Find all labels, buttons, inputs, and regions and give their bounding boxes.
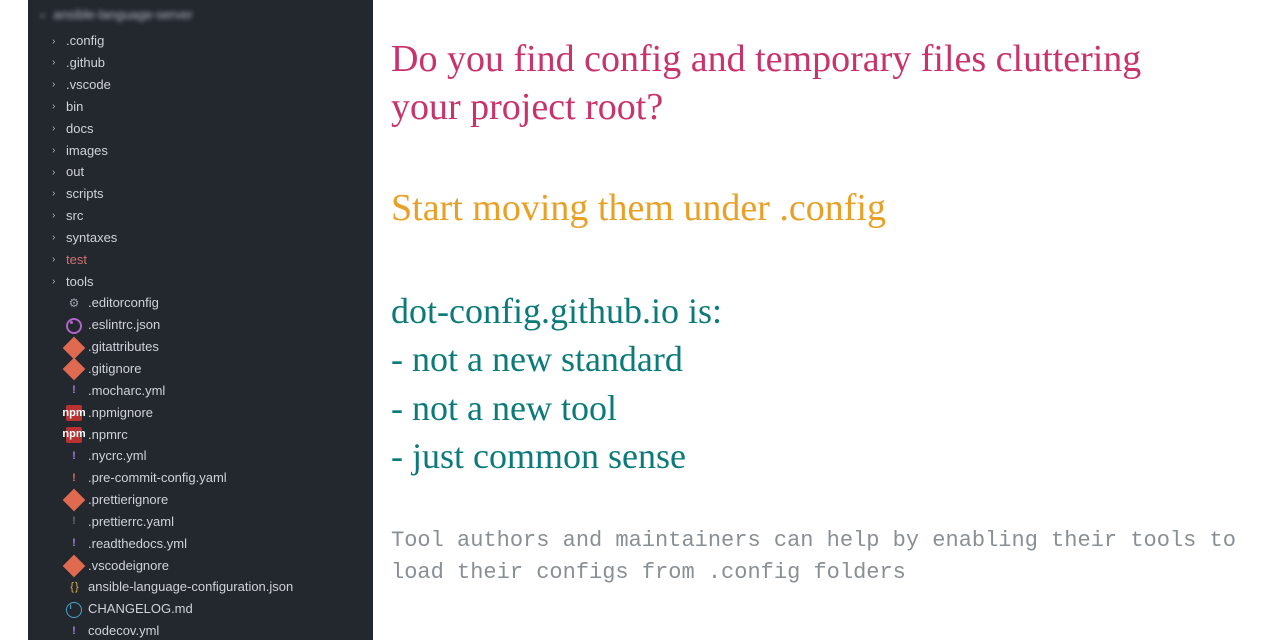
file-row[interactable]: .editorconfig bbox=[28, 293, 373, 315]
folder-row[interactable]: › docs bbox=[28, 118, 373, 140]
slide-content: Do you find config and temporary files c… bbox=[375, 0, 1280, 640]
folder-label: bin bbox=[66, 98, 83, 117]
file-type-icon bbox=[66, 536, 82, 552]
folder-label: syntaxes bbox=[66, 229, 117, 248]
file-label: .prettierignore bbox=[88, 491, 168, 510]
file-row[interactable]: .npmrc bbox=[28, 424, 373, 446]
chevron-right-icon: › bbox=[52, 35, 60, 50]
folder-label: .config bbox=[66, 32, 104, 51]
file-label: .readthedocs.yml bbox=[88, 535, 187, 554]
folder-label: src bbox=[66, 207, 83, 226]
folder-label: images bbox=[66, 142, 108, 161]
file-row[interactable]: ansible-language-configuration.json bbox=[28, 577, 373, 599]
file-row[interactable]: .prettierrc.yaml bbox=[28, 511, 373, 533]
chevron-right-icon: › bbox=[52, 166, 60, 181]
file-label: .nycrc.yml bbox=[88, 447, 147, 466]
file-label: .npmrc bbox=[88, 426, 128, 445]
chevron-right-icon: › bbox=[52, 209, 60, 224]
folder-label: .vscode bbox=[66, 76, 111, 95]
folder-label: .github bbox=[66, 54, 105, 73]
chevron-right-icon: › bbox=[52, 275, 60, 290]
file-label: CHANGELOG.md bbox=[88, 600, 193, 619]
file-type-icon bbox=[66, 318, 82, 334]
root-folder-label: ansible-language-server bbox=[53, 6, 192, 25]
file-type-icon bbox=[66, 405, 82, 421]
folder-label: docs bbox=[66, 120, 93, 139]
file-type-icon bbox=[66, 624, 82, 640]
headline-text: Do you find config and temporary files c… bbox=[391, 36, 1211, 131]
folder-row[interactable]: › .github bbox=[28, 53, 373, 75]
file-label: ansible-language-configuration.json bbox=[88, 578, 293, 597]
file-label: .npmignore bbox=[88, 404, 153, 423]
file-label: .mocharc.yml bbox=[88, 382, 165, 401]
file-label: .gitignore bbox=[88, 360, 141, 379]
folder-label: test bbox=[66, 251, 87, 270]
folder-row[interactable]: › src bbox=[28, 206, 373, 228]
footer-note: Tool authors and maintainers can help by… bbox=[391, 525, 1256, 589]
folder-row[interactable]: › tools bbox=[28, 271, 373, 293]
file-type-icon bbox=[63, 336, 86, 359]
folder-label: scripts bbox=[66, 185, 104, 204]
folder-label: tools bbox=[66, 273, 93, 292]
file-row[interactable]: CHANGELOG.md bbox=[28, 599, 373, 621]
chevron-right-icon: › bbox=[52, 56, 60, 71]
file-type-icon bbox=[63, 555, 86, 578]
file-type-icon bbox=[63, 489, 86, 512]
chevron-right-icon: › bbox=[52, 253, 60, 268]
folder-row[interactable]: › syntaxes bbox=[28, 227, 373, 249]
explorer-root-row[interactable]: ⌄ ansible-language-server bbox=[28, 0, 373, 29]
file-row[interactable]: .gitattributes bbox=[28, 337, 373, 359]
chevron-down-icon: ⌄ bbox=[38, 7, 47, 23]
facts-lead: dot-config.github.io is: bbox=[391, 287, 1256, 336]
file-row[interactable]: .readthedocs.yml bbox=[28, 533, 373, 555]
folder-row[interactable]: › test bbox=[28, 249, 373, 271]
file-type-icon bbox=[66, 449, 82, 465]
folder-row[interactable]: › .vscode bbox=[28, 75, 373, 97]
subhead-text: Start moving them under .config bbox=[391, 185, 1256, 233]
file-type-icon bbox=[66, 427, 82, 443]
file-row[interactable]: .gitignore bbox=[28, 359, 373, 381]
chevron-right-icon: › bbox=[52, 231, 60, 246]
file-type-icon bbox=[66, 514, 82, 530]
file-type-icon bbox=[66, 296, 82, 312]
chevron-right-icon: › bbox=[52, 187, 60, 202]
file-row[interactable]: .eslintrc.json bbox=[28, 315, 373, 337]
facts-item: - not a new tool bbox=[391, 384, 1256, 433]
facts-item: - just common sense bbox=[391, 432, 1256, 481]
file-tree: › .config › .github › .vscode › bin › docs › images… bbox=[28, 29, 373, 640]
file-type-icon bbox=[66, 383, 82, 399]
file-row[interactable]: .nycrc.yml bbox=[28, 446, 373, 468]
folder-label: out bbox=[66, 163, 84, 182]
file-row[interactable]: .prettierignore bbox=[28, 490, 373, 512]
chevron-right-icon: › bbox=[52, 100, 60, 115]
chevron-right-icon: › bbox=[52, 122, 60, 137]
file-row[interactable]: .npmignore bbox=[28, 402, 373, 424]
file-row[interactable]: .mocharc.yml bbox=[28, 380, 373, 402]
file-label: codecov.yml bbox=[88, 622, 159, 640]
file-type-icon bbox=[63, 358, 86, 381]
chevron-right-icon: › bbox=[52, 144, 60, 159]
folder-row[interactable]: › out bbox=[28, 162, 373, 184]
file-row[interactable]: codecov.yml bbox=[28, 621, 373, 640]
file-label: .gitattributes bbox=[88, 338, 159, 357]
file-label: .vscodeignore bbox=[88, 557, 169, 576]
file-label: .editorconfig bbox=[88, 294, 159, 313]
file-type-icon bbox=[66, 471, 82, 487]
folder-row[interactable]: › bin bbox=[28, 96, 373, 118]
file-row[interactable]: .vscodeignore bbox=[28, 555, 373, 577]
explorer-panel: ⌄ ansible-language-server › .config › .gith… bbox=[28, 0, 373, 640]
folder-row[interactable]: › .config bbox=[28, 31, 373, 53]
facts-block: dot-config.github.io is: - not a new sta… bbox=[391, 287, 1256, 481]
file-type-icon bbox=[66, 580, 82, 596]
file-explorer-sidebar: ⌄ ansible-language-server › .config › .gith… bbox=[0, 0, 375, 640]
facts-item: - not a new standard bbox=[391, 335, 1256, 384]
file-label: .pre-commit-config.yaml bbox=[88, 469, 227, 488]
file-row[interactable]: .pre-commit-config.yaml bbox=[28, 468, 373, 490]
folder-row[interactable]: › scripts bbox=[28, 184, 373, 206]
folder-row[interactable]: › images bbox=[28, 140, 373, 162]
file-label: .prettierrc.yaml bbox=[88, 513, 174, 532]
chevron-right-icon: › bbox=[52, 78, 60, 93]
file-type-icon bbox=[66, 602, 82, 618]
file-label: .eslintrc.json bbox=[88, 316, 160, 335]
